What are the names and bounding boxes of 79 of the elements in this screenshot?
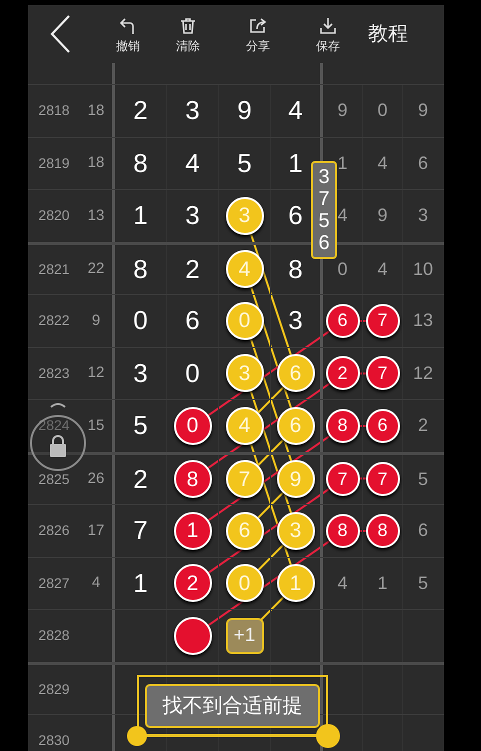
stat-value: 0 — [377, 99, 388, 122]
stat-value: 9 — [337, 99, 348, 122]
toolbar-button[interactable]: 清除 — [168, 16, 208, 52]
sum-value: 12 — [88, 363, 104, 383]
digit: 4 — [288, 94, 303, 128]
digit: 3 — [133, 356, 148, 390]
digit: 3 — [185, 94, 200, 128]
lock-icon — [48, 434, 68, 458]
period-number: 2828 — [38, 626, 70, 646]
period-number: 2829 — [38, 680, 70, 699]
sum-value: 18 — [88, 153, 104, 173]
period-number: 2822 — [38, 311, 70, 330]
back-icon[interactable] — [49, 14, 71, 54]
digit: 6 — [288, 199, 303, 232]
stat-value: 4 — [337, 572, 348, 595]
vertical-number-label: 3756 — [311, 161, 337, 259]
stat-value: 2 — [418, 414, 428, 438]
digit: 1 — [288, 146, 303, 180]
stat-value: 1 — [337, 152, 348, 175]
stat-value: 3 — [418, 204, 428, 228]
digit: 7 — [133, 514, 148, 548]
period-number: 2819 — [38, 154, 70, 173]
toolbar-button[interactable]: 分享 — [238, 16, 278, 52]
sum-value: 18 — [88, 100, 104, 120]
stat-value: 9 — [418, 99, 428, 122]
stat-value: 5 — [418, 572, 428, 595]
sum-value: 26 — [88, 469, 104, 489]
collapse-caret-icon[interactable] — [50, 402, 66, 408]
stat-value: 13 — [412, 309, 434, 332]
stat-value: 5 — [418, 468, 428, 491]
prompt-label: 找不到合适前提 — [145, 684, 320, 728]
digit: 2 — [185, 252, 200, 286]
sum-value: 22 — [88, 259, 104, 279]
digit: 4 — [185, 146, 200, 180]
digit: 8 — [133, 252, 148, 286]
digit: 5 — [237, 146, 252, 180]
period-number: 2823 — [38, 364, 70, 383]
digit: 3 — [288, 304, 303, 338]
stat-value: 12 — [412, 362, 434, 385]
period-number: 2820 — [38, 206, 70, 226]
stat-value: 6 — [418, 152, 428, 175]
sum-value: 15 — [88, 416, 104, 436]
stat-value: 9 — [377, 204, 388, 228]
sum-value: 17 — [88, 520, 104, 540]
digit: 1 — [133, 566, 148, 600]
tutorial-link[interactable]: 教程 — [368, 19, 408, 49]
digit: 8 — [288, 252, 303, 286]
stat-value: 1 — [377, 572, 388, 595]
period-number: 2824 — [38, 416, 70, 436]
digit: 8 — [133, 146, 148, 180]
digit: 0 — [133, 304, 148, 338]
digit: 6 — [185, 304, 200, 338]
period-number: 2821 — [38, 260, 70, 279]
digit: 0 — [185, 356, 200, 390]
toolbar-button[interactable]: 保存 — [308, 16, 348, 52]
toolbar-button[interactable]: 撤销 — [108, 16, 148, 52]
period-number: 2825 — [38, 470, 70, 489]
digit: 3 — [185, 199, 200, 232]
stat-value: 10 — [412, 258, 434, 281]
period-number: 2827 — [38, 574, 70, 593]
sum-value: 13 — [88, 206, 104, 226]
stat-value: 6 — [418, 519, 428, 542]
sum-value: 9 — [92, 310, 100, 330]
stat-value: 4 — [337, 204, 348, 228]
increment-badge: +1 — [226, 618, 264, 654]
digit: 1 — [133, 199, 148, 232]
digit: 5 — [133, 409, 148, 442]
stat-value: 4 — [377, 152, 388, 175]
period-number: 2818 — [38, 101, 70, 120]
stat-value: 4 — [377, 258, 388, 281]
digit: 2 — [133, 94, 148, 128]
resize-handle[interactable] — [127, 726, 147, 746]
period-number: 2830 — [38, 731, 70, 750]
digit: 9 — [237, 94, 252, 128]
resize-handle[interactable] — [316, 724, 340, 748]
digit: 2 — [133, 462, 148, 496]
sum-value: 4 — [92, 573, 100, 593]
stat-value: 0 — [337, 258, 348, 281]
period-number: 2826 — [38, 521, 70, 540]
